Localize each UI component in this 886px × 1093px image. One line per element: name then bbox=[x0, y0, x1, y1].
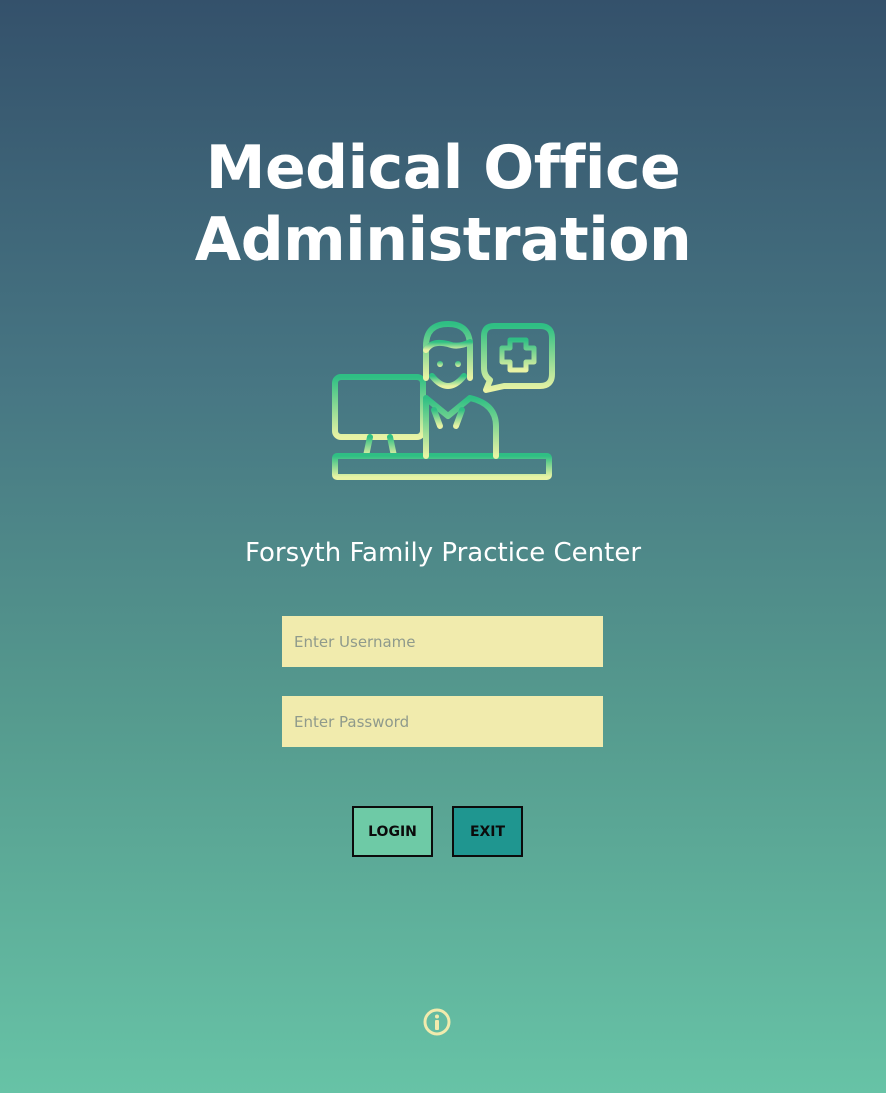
password-input[interactable] bbox=[282, 696, 603, 747]
doctor-at-computer-icon bbox=[332, 321, 555, 480]
exit-button[interactable]: EXIT bbox=[452, 806, 523, 857]
app-title-line1: Medical Office bbox=[205, 133, 681, 203]
info-icon[interactable] bbox=[423, 1008, 451, 1036]
app-title: Medical Office Administration bbox=[0, 132, 886, 276]
username-input[interactable] bbox=[282, 616, 603, 667]
practice-name: Forsyth Family Practice Center bbox=[244, 538, 642, 568]
login-button[interactable]: LOGIN bbox=[352, 806, 433, 857]
app-title-line2: Administration bbox=[194, 205, 692, 275]
